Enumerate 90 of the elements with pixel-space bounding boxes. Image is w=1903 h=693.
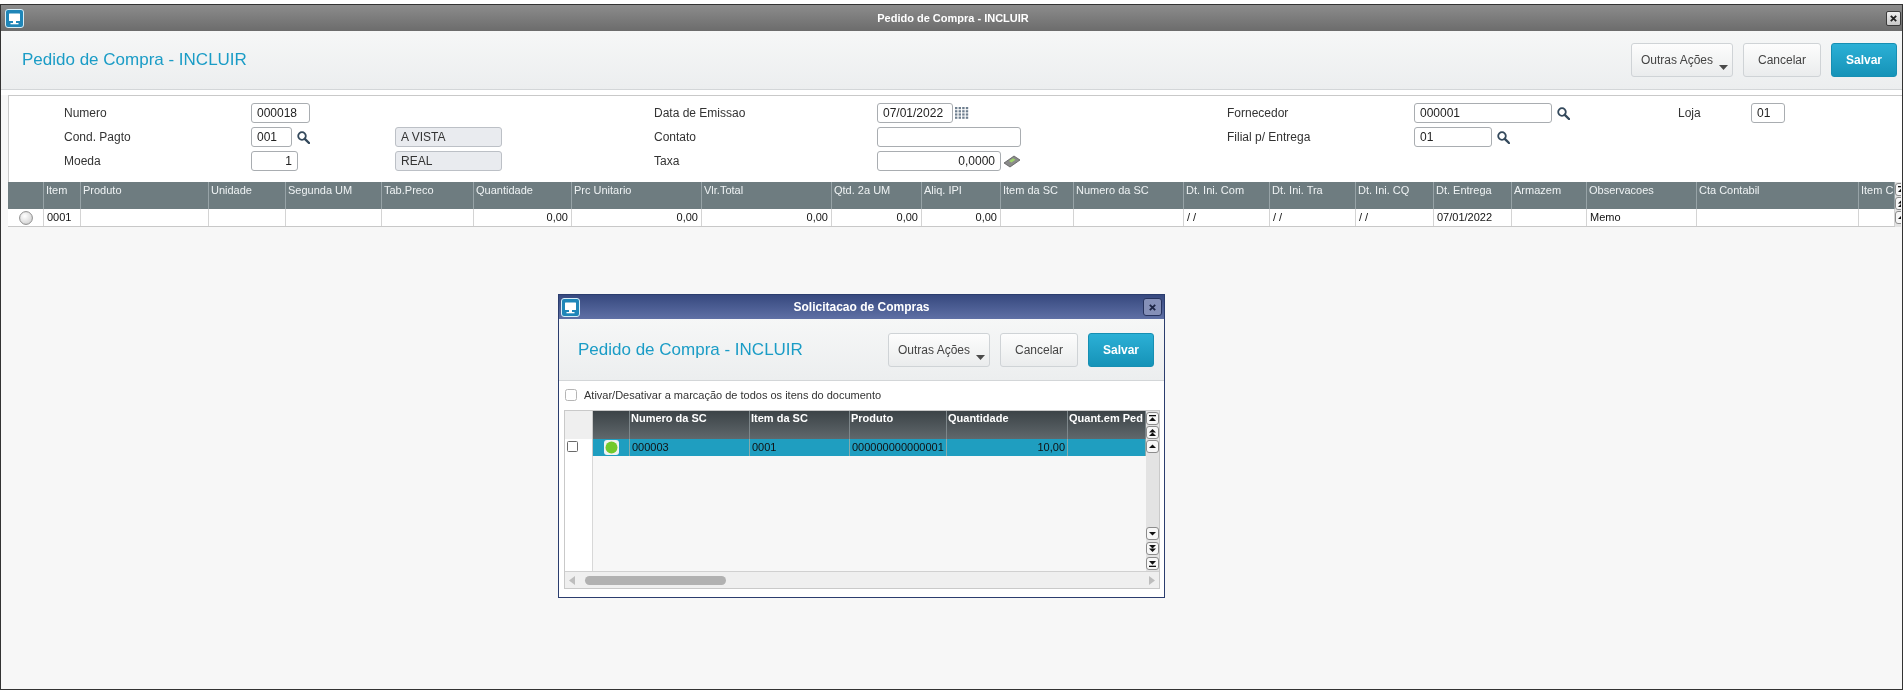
input-field[interactable]: 000001 bbox=[1414, 103, 1552, 123]
column-header[interactable]: Dt. Ini. CQ bbox=[1358, 184, 1410, 196]
column-header[interactable]: Item da SC bbox=[1003, 184, 1059, 196]
column-header[interactable]: Quant.em Ped bbox=[1069, 412, 1143, 424]
save-button[interactable]: Salvar bbox=[1088, 332, 1154, 367]
scrollbar-thumb[interactable] bbox=[585, 575, 726, 585]
readonly-field: REAL bbox=[395, 151, 502, 171]
status-dot-icon bbox=[603, 440, 619, 455]
column-header[interactable]: Unidade bbox=[211, 184, 252, 196]
column-header[interactable]: Vlr.Total bbox=[704, 184, 744, 196]
column-header[interactable]: Quantidade bbox=[476, 184, 533, 196]
checkbox[interactable] bbox=[565, 389, 577, 401]
column-header[interactable]: Quantidade bbox=[948, 412, 1009, 424]
column-header[interactable]: Observacoes bbox=[1589, 184, 1654, 196]
table-cell: / / bbox=[1270, 209, 1356, 226]
page-title: Pedido de Compra - INCLUIR bbox=[22, 50, 247, 70]
input-field[interactable]: 001 bbox=[251, 127, 292, 147]
column-header[interactable]: Cta Contabil bbox=[1699, 184, 1760, 196]
caret-icon bbox=[976, 354, 985, 360]
column-header[interactable]: Item da SC bbox=[751, 412, 808, 424]
table-row[interactable]: 0001 0,00 0,00 0,00 0,00 0,00 / / / / / / 07/01/2022 Memo bbox=[8, 209, 1895, 227]
window-icon bbox=[561, 297, 580, 317]
save-button[interactable]: Salvar bbox=[1831, 43, 1897, 77]
search-icon[interactable] bbox=[1557, 106, 1570, 120]
window-icon bbox=[5, 8, 24, 28]
checkbox-label: Ativar/Desativar a marcação de todos os itens do documento bbox=[584, 387, 882, 403]
input-field[interactable] bbox=[877, 127, 1021, 147]
column-header[interactable]: Aliq. IPI bbox=[924, 184, 962, 196]
table-cell: 0,00 bbox=[474, 209, 572, 226]
column-header[interactable]: Prc Unitario bbox=[574, 184, 632, 196]
table-cell: 0,00 bbox=[922, 209, 1001, 226]
caret-icon bbox=[1719, 65, 1728, 70]
field-label: Contato bbox=[654, 130, 697, 144]
close-icon bbox=[1890, 14, 1897, 22]
table-cell: Memo bbox=[1587, 209, 1697, 226]
field-label: Cond. Pagto bbox=[64, 130, 131, 144]
column-header[interactable]: Numero da SC bbox=[1076, 184, 1149, 196]
close-icon bbox=[1149, 303, 1156, 311]
column-header[interactable]: Armazem bbox=[1514, 184, 1562, 196]
input-field[interactable]: 01 bbox=[1751, 103, 1785, 123]
scroll-top-icon[interactable] bbox=[1146, 412, 1159, 425]
column-header[interactable]: Item C bbox=[1861, 184, 1894, 196]
table-row[interactable]: 000003 0001 000000000000001 10,00 bbox=[565, 439, 1146, 456]
table-cell: / / bbox=[1356, 209, 1434, 226]
column-header[interactable]: Tab.Preco bbox=[384, 184, 434, 196]
field-label: Numero bbox=[64, 106, 107, 120]
column-header[interactable]: Segunda UM bbox=[288, 184, 353, 196]
search-icon[interactable] bbox=[1497, 130, 1510, 144]
close-button[interactable] bbox=[1886, 10, 1901, 26]
input-field[interactable]: 0,0000 bbox=[877, 151, 1001, 171]
readonly-field: A VISTA bbox=[395, 127, 502, 147]
input-field[interactable]: 01 bbox=[1414, 127, 1492, 147]
radio-button[interactable] bbox=[18, 210, 33, 225]
horizontal-scrollbar[interactable] bbox=[565, 571, 1159, 588]
cancel-button[interactable]: Cancelar bbox=[1743, 43, 1821, 77]
field-label: Filial p/ Entrega bbox=[1227, 130, 1311, 144]
table-cell: 0,00 bbox=[702, 209, 832, 226]
column-header[interactable]: Item bbox=[46, 184, 68, 196]
checkbox[interactable] bbox=[567, 441, 578, 452]
table-cell: / / bbox=[1184, 209, 1270, 226]
table-cell: 07/01/2022 bbox=[1434, 209, 1512, 226]
scroll-bottom-icon[interactable] bbox=[1146, 557, 1159, 570]
field-label: Taxa bbox=[654, 154, 680, 168]
column-header[interactable]: Numero da SC bbox=[631, 412, 707, 424]
column-header[interactable]: Dt. Ini. Tra bbox=[1272, 184, 1323, 196]
calculator-icon[interactable] bbox=[1003, 154, 1021, 168]
search-icon[interactable] bbox=[297, 130, 310, 144]
column-header[interactable]: Qtd. 2a UM bbox=[834, 184, 891, 196]
column-header[interactable]: Produto bbox=[851, 412, 894, 424]
field-label: Moeda bbox=[64, 154, 101, 168]
cancel-button[interactable]: Cancelar bbox=[1000, 332, 1078, 367]
dialog-title: Solicitacao de Compras bbox=[793, 299, 930, 316]
more-actions-button[interactable]: Outras Ações bbox=[1631, 43, 1733, 77]
input-field[interactable]: 000018 bbox=[251, 103, 310, 123]
page-title: Pedido de Compra - INCLUIR bbox=[578, 339, 803, 359]
vertical-scrollbar[interactable] bbox=[1146, 411, 1159, 571]
field-label: Fornecedor bbox=[1227, 106, 1289, 120]
table-cell: 0,00 bbox=[572, 209, 702, 226]
calendar-icon[interactable] bbox=[955, 107, 969, 119]
window-title: Pedido de Compra - INCLUIR bbox=[877, 10, 1029, 26]
column-header[interactable]: Dt. Ini. Com bbox=[1186, 184, 1245, 196]
table-cell: 0001 bbox=[44, 209, 81, 226]
more-actions-button[interactable]: Outras Ações bbox=[888, 332, 990, 367]
field-label: Loja bbox=[1678, 106, 1701, 120]
table-cell: 0,00 bbox=[832, 209, 922, 226]
input-field[interactable]: 1 bbox=[251, 151, 298, 171]
input-field[interactable]: 07/01/2022 bbox=[877, 103, 953, 123]
column-header[interactable]: Dt. Entrega bbox=[1436, 184, 1492, 196]
column-header[interactable]: Produto bbox=[83, 184, 122, 196]
field-label: Data de Emissao bbox=[654, 106, 746, 120]
